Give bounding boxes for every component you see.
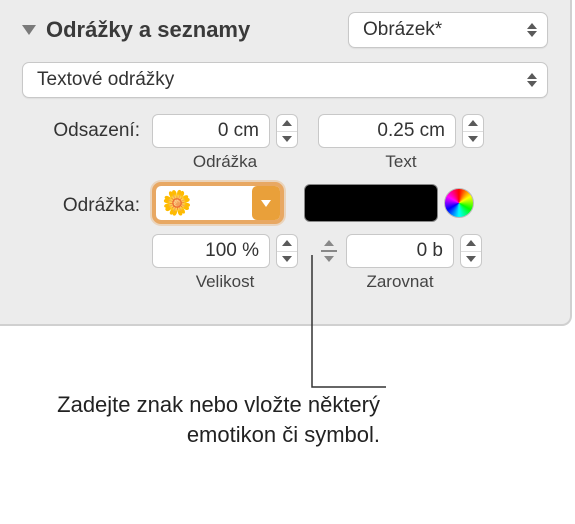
disclosure-triangle-icon[interactable]	[22, 25, 36, 35]
bullet-align-stepper[interactable]	[460, 234, 482, 268]
color-wheel-icon[interactable]	[444, 188, 474, 218]
align-vertical-icon	[318, 240, 340, 262]
bullet-character-picker[interactable]: 🌼	[152, 182, 284, 224]
list-style-popup[interactable]: Obrázek*	[348, 12, 548, 48]
callout-text: Zadejte znak nebo vložte některý emotiko…	[40, 390, 380, 449]
bullet-char-label: Odrážka:	[22, 189, 152, 217]
list-style-value: Obrázek*	[363, 19, 442, 41]
panel-title: Odrážky a seznamy	[46, 17, 338, 43]
bullet-align-input[interactable]: 0 b	[346, 234, 454, 268]
chevrons-icon	[527, 23, 537, 37]
bullet-indent-stepper[interactable]	[276, 114, 298, 148]
panel-header: Odrážky a seznamy Obrázek*	[22, 12, 548, 48]
bullet-type-value: Textové odrážky	[37, 69, 174, 91]
bullet-color-well[interactable]	[304, 184, 438, 222]
chevrons-icon	[527, 73, 537, 87]
bullet-size-stepper[interactable]	[276, 234, 298, 268]
bullet-size-input[interactable]: 100 %	[152, 234, 270, 268]
bullet-indent-caption: Odrážka	[193, 152, 257, 172]
text-indent-input[interactable]: 0.25 cm	[318, 114, 456, 148]
bullet-dropdown-button[interactable]	[252, 186, 280, 220]
size-align-row: 100 % Velikost 0 b Zarovna	[22, 234, 548, 292]
bullet-type-popup[interactable]: Textové odrážky	[22, 62, 548, 98]
size-caption: Velikost	[196, 272, 255, 292]
bullets-lists-panel: Odrážky a seznamy Obrázek* Textové odráž…	[0, 0, 572, 326]
indent-row: Odsazení: 0 cm Odrážka 0.25 cm	[22, 114, 548, 172]
indent-label: Odsazení:	[22, 114, 152, 142]
bullet-char-row: Odrážka: 🌼	[22, 182, 548, 224]
bullet-indent-input[interactable]: 0 cm	[152, 114, 270, 148]
text-indent-stepper[interactable]	[462, 114, 484, 148]
bullet-emoji: 🌼	[162, 189, 192, 218]
text-indent-caption: Text	[385, 152, 416, 172]
align-caption: Zarovnat	[366, 272, 433, 292]
